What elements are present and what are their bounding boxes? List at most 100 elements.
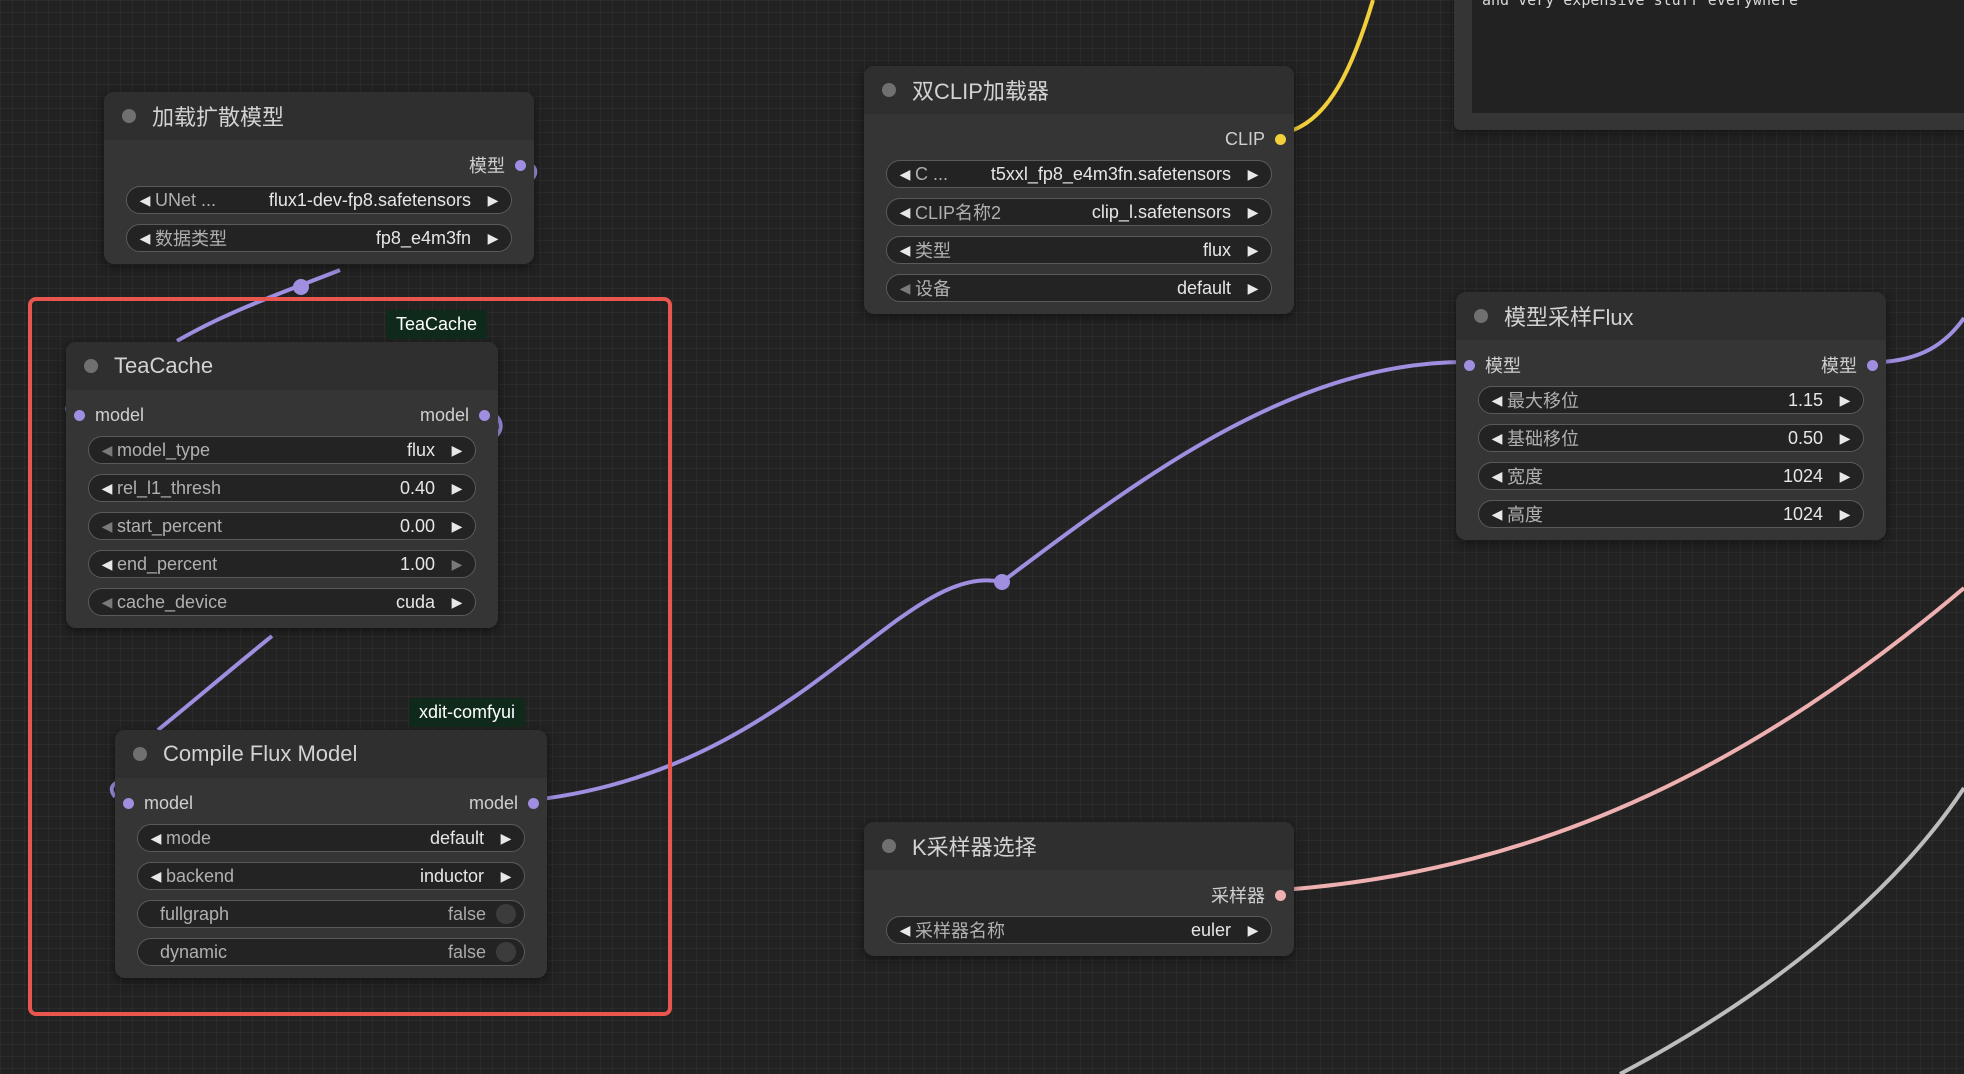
note-panel[interactable]: and very expensive stuff everywhere — [1454, 0, 1964, 130]
decrement-arrow-icon[interactable]: ◀ — [97, 480, 117, 497]
widget-max-shift[interactable]: ◀ 最大移位 1.15 ▶ — [1478, 386, 1864, 414]
increment-arrow-icon[interactable]: ▶ — [1243, 204, 1263, 221]
increment-arrow-icon[interactable]: ▶ — [447, 442, 467, 459]
node-teacache[interactable]: TeaCache model model ◀ model_type flux ▶… — [66, 342, 498, 628]
widget-backend[interactable]: ◀ backend inductor ▶ — [137, 862, 525, 890]
widget-dynamic-toggle[interactable]: dynamic false — [137, 938, 525, 966]
output-slot-clip[interactable]: CLIP — [1225, 120, 1286, 158]
widget-end-percent[interactable]: ◀ end_percent 1.00 ▶ — [88, 550, 476, 578]
node-header[interactable]: 加载扩散模型 — [104, 92, 534, 140]
output-slot-model[interactable]: 模型 — [1821, 346, 1878, 384]
input-slot-model[interactable]: 模型 — [1464, 346, 1521, 384]
node-header[interactable]: K采样器选择 — [864, 822, 1294, 870]
widget-sampler-name[interactable]: ◀ 采样器名称 euler ▶ — [886, 916, 1272, 944]
collapse-dot-icon[interactable] — [133, 747, 147, 761]
input-port-icon[interactable] — [74, 409, 85, 421]
increment-arrow-icon[interactable]: ▶ — [1835, 468, 1855, 485]
increment-arrow-icon[interactable]: ▶ — [447, 518, 467, 535]
increment-arrow-icon[interactable]: ▶ — [1243, 166, 1263, 183]
decrement-arrow-icon[interactable]: ◀ — [895, 204, 915, 221]
decrement-arrow-icon[interactable]: ◀ — [97, 556, 117, 573]
increment-arrow-icon[interactable]: ▶ — [496, 868, 516, 885]
increment-arrow-icon[interactable]: ▶ — [1243, 242, 1263, 259]
reroute-dot[interactable] — [994, 574, 1010, 590]
decrement-arrow-icon[interactable]: ◀ — [97, 594, 117, 611]
decrement-arrow-icon[interactable]: ◀ — [1487, 506, 1507, 523]
collapse-dot-icon[interactable] — [1474, 309, 1488, 323]
decrement-arrow-icon[interactable]: ◀ — [135, 192, 155, 209]
node-header[interactable]: TeaCache — [66, 342, 498, 390]
input-port-icon[interactable] — [1464, 359, 1475, 371]
output-slot-model[interactable]: model — [420, 396, 490, 434]
node-ksampler-select[interactable]: K采样器选择 采样器 ◀ 采样器名称 euler ▶ — [864, 822, 1294, 956]
output-slot-sampler[interactable]: 采样器 — [1211, 876, 1286, 914]
decrement-arrow-icon[interactable]: ◀ — [895, 922, 915, 939]
decrement-arrow-icon[interactable]: ◀ — [146, 830, 166, 847]
increment-arrow-icon[interactable]: ▶ — [1243, 280, 1263, 297]
widget-base-shift[interactable]: ◀ 基础移位 0.50 ▶ — [1478, 424, 1864, 452]
widget-height[interactable]: ◀ 高度 1024 ▶ — [1478, 500, 1864, 528]
collapse-dot-icon[interactable] — [122, 109, 136, 123]
increment-arrow-icon[interactable]: ▶ — [447, 480, 467, 497]
collapse-dot-icon[interactable] — [84, 359, 98, 373]
increment-arrow-icon[interactable]: ▶ — [447, 594, 467, 611]
increment-arrow-icon[interactable]: ▶ — [447, 556, 467, 573]
output-port-icon[interactable] — [1275, 889, 1286, 901]
increment-arrow-icon[interactable]: ▶ — [496, 830, 516, 847]
output-slot-model[interactable]: model — [469, 784, 539, 822]
decrement-arrow-icon[interactable]: ◀ — [895, 242, 915, 259]
reroute-dot[interactable] — [293, 279, 309, 295]
node-header[interactable]: Compile Flux Model — [115, 730, 547, 778]
decrement-arrow-icon[interactable]: ◀ — [1487, 468, 1507, 485]
widget-fullgraph-toggle[interactable]: fullgraph false — [137, 900, 525, 928]
output-slot-model[interactable]: 模型 — [469, 146, 526, 184]
decrement-arrow-icon[interactable]: ◀ — [97, 442, 117, 459]
widget-clip-name2[interactable]: ◀ CLIP名称2 clip_l.safetensors ▶ — [886, 198, 1272, 226]
node-model-sampling-flux[interactable]: 模型采样Flux 模型 模型 ◀ 最大移位 1.15 ▶ ◀ 基础移位 0.50… — [1456, 292, 1886, 540]
node-load-diffusion-model[interactable]: 加载扩散模型 模型 ◀ UNet ... flux1-dev-fp8.safet… — [104, 92, 534, 264]
input-port-icon[interactable] — [123, 797, 134, 809]
node-header[interactable]: 模型采样Flux — [1456, 292, 1886, 340]
output-port-icon[interactable] — [1867, 359, 1878, 371]
widget-mode[interactable]: ◀ mode default ▶ — [137, 824, 525, 852]
collapse-dot-icon[interactable] — [882, 83, 896, 97]
widget-clip-name1[interactable]: ◀ C ... t5xxl_fp8_e4m3fn.safetensors ▶ — [886, 160, 1272, 188]
increment-arrow-icon[interactable]: ▶ — [483, 192, 503, 209]
increment-arrow-icon[interactable]: ▶ — [1835, 430, 1855, 447]
input-label: model — [144, 792, 194, 813]
node-compile-flux-model[interactable]: Compile Flux Model model model ◀ mode de… — [115, 730, 547, 978]
toggle-knob-icon[interactable] — [496, 904, 516, 924]
decrement-arrow-icon[interactable]: ◀ — [895, 280, 915, 297]
input-slot-model[interactable]: model — [74, 396, 144, 434]
increment-arrow-icon[interactable]: ▶ — [1835, 506, 1855, 523]
node-dual-clip-loader[interactable]: 双CLIP加载器 CLIP ◀ C ... t5xxl_fp8_e4m3fn.s… — [864, 66, 1294, 314]
widget-clip-device[interactable]: ◀ 设备 default ▶ — [886, 274, 1272, 302]
output-port-icon[interactable] — [515, 159, 526, 171]
node-header[interactable]: 双CLIP加载器 — [864, 66, 1294, 114]
increment-arrow-icon[interactable]: ▶ — [483, 230, 503, 247]
output-port-icon[interactable] — [1275, 133, 1286, 145]
widget-unet-name[interactable]: ◀ UNet ... flux1-dev-fp8.safetensors ▶ — [126, 186, 512, 214]
widget-start-percent[interactable]: ◀ start_percent 0.00 ▶ — [88, 512, 476, 540]
output-port-icon[interactable] — [528, 797, 539, 809]
input-slot-model[interactable]: model — [123, 784, 193, 822]
decrement-arrow-icon[interactable]: ◀ — [1487, 392, 1507, 409]
decrement-arrow-icon[interactable]: ◀ — [146, 868, 166, 885]
widget-clip-type[interactable]: ◀ 类型 flux ▶ — [886, 236, 1272, 264]
collapse-dot-icon[interactable] — [882, 839, 896, 853]
widget-model-type[interactable]: ◀ model_type flux ▶ — [88, 436, 476, 464]
output-port-icon[interactable] — [479, 409, 490, 421]
widget-weight-dtype[interactable]: ◀ 数据类型 fp8_e4m3fn ▶ — [126, 224, 512, 252]
increment-arrow-icon[interactable]: ▶ — [1243, 922, 1263, 939]
decrement-arrow-icon[interactable]: ◀ — [895, 166, 915, 183]
decrement-arrow-icon[interactable]: ◀ — [97, 518, 117, 535]
widget-cache-device[interactable]: ◀ cache_device cuda ▶ — [88, 588, 476, 616]
toggle-knob-icon[interactable] — [496, 942, 516, 962]
widget-width[interactable]: ◀ 宽度 1024 ▶ — [1478, 462, 1864, 490]
decrement-arrow-icon[interactable]: ◀ — [135, 230, 155, 247]
decrement-arrow-icon[interactable]: ◀ — [1487, 430, 1507, 447]
note-textarea[interactable]: and very expensive stuff everywhere — [1472, 0, 1964, 113]
widget-value: 1024 — [1782, 465, 1823, 486]
increment-arrow-icon[interactable]: ▶ — [1835, 392, 1855, 409]
widget-rel-l1-thresh[interactable]: ◀ rel_l1_thresh 0.40 ▶ — [88, 474, 476, 502]
